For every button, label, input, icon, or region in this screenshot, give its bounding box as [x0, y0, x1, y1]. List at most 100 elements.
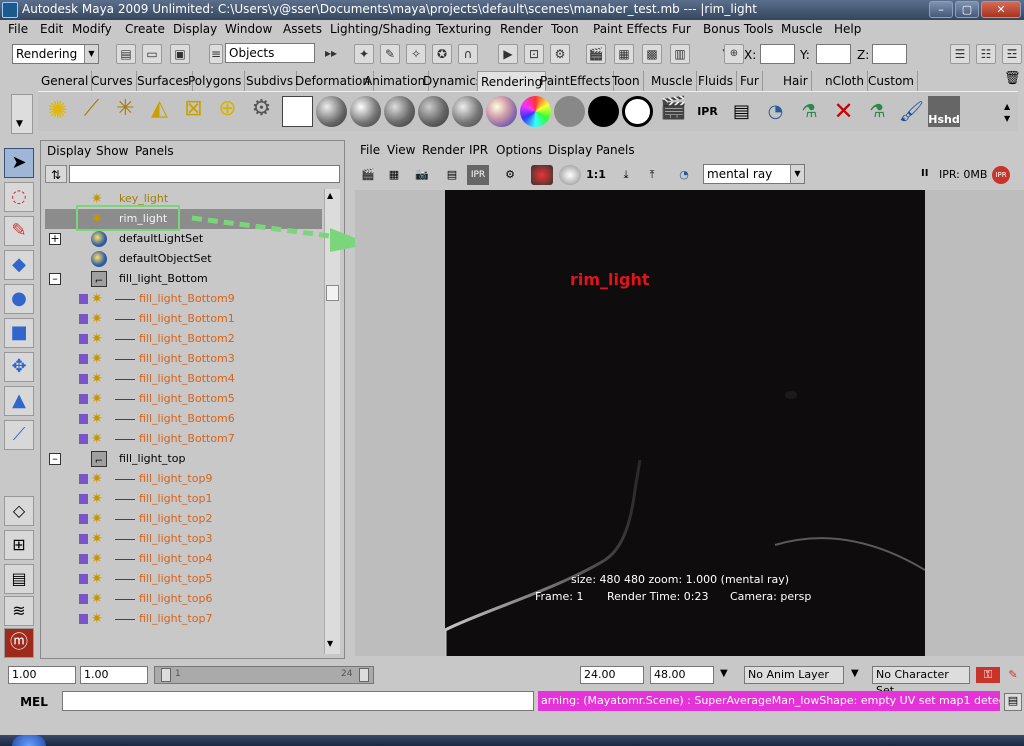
outliner-row[interactable]: – ⌐ fill_light_Bottom [45, 269, 322, 289]
select-tool-icon[interactable]: ➤ [4, 148, 34, 178]
layout-persp-outliner-icon[interactable]: ▤ [4, 564, 34, 594]
renderer-dropdown[interactable]: mental ray ▼ [703, 164, 805, 184]
shelf-tab-animation[interactable]: Animation [361, 71, 430, 91]
ramp-sphere-icon[interactable] [520, 96, 551, 127]
save-scene-icon[interactable]: ▣ [170, 44, 190, 64]
outliner-row[interactable]: ✷ fill_light_Bottom6 [45, 409, 322, 429]
shelf-tab-rendering[interactable]: Rendering [477, 71, 547, 91]
menu-toon[interactable]: Toon [551, 22, 579, 36]
outliner-row[interactable]: – ⌐ fill_light_top [45, 449, 322, 469]
real-size-button[interactable]: 1:1 [585, 165, 607, 185]
end-time-field[interactable]: 24.00 [580, 666, 644, 684]
shelf-scroll-down-icon[interactable]: ▼ [1004, 114, 1010, 123]
phong-sphere-icon[interactable] [384, 96, 415, 127]
menu-window[interactable]: Window [225, 22, 272, 36]
tool-settings-icon[interactable]: ☲ [1002, 44, 1022, 64]
layout-single-icon[interactable]: ◇ [4, 496, 34, 526]
phonge-sphere-icon[interactable] [418, 96, 449, 127]
menu-help[interactable]: Help [834, 22, 861, 36]
new-scene-icon[interactable]: ▤ [116, 44, 136, 64]
script-editor-icon[interactable]: ▤ [1004, 693, 1022, 711]
outliner-row[interactable]: ✷ fill_light_Bottom9 [45, 289, 322, 309]
outliner-row[interactable]: ✷ fill_light_top3 [45, 529, 322, 549]
chevron-down-icon[interactable]: ▼ [720, 668, 728, 679]
point-light-icon[interactable]: ✳ [110, 96, 141, 127]
shelf-tab-fur[interactable]: Fur [737, 71, 763, 91]
ipr-render-icon[interactable]: IPR [467, 165, 489, 185]
auto-key-icon[interactable]: ⚿ [976, 667, 1000, 683]
show-manipulator-icon[interactable]: ⟋ [4, 420, 34, 450]
rv-menu-view[interactable]: View [387, 143, 415, 157]
absolute-transform-icon[interactable]: ⊕ [724, 44, 744, 64]
mask-component-icon[interactable]: ✧ [406, 44, 426, 64]
rv-menu-ipr[interactable]: IPR [469, 143, 488, 157]
area-light-icon[interactable]: ⊠ [178, 96, 209, 127]
channel-box-icon[interactable]: ☰ [950, 44, 970, 64]
menu-texturing[interactable]: Texturing [436, 22, 491, 36]
layout-persp-graph-icon[interactable]: ≋ [4, 596, 34, 626]
menu-fur[interactable]: Fur [672, 22, 691, 36]
mask-hierarchy-icon[interactable]: ✦ [354, 44, 374, 64]
render-frame-icon[interactable]: ▶ [498, 44, 518, 64]
menu-create[interactable]: Create [125, 22, 165, 36]
attribute-editor-icon[interactable]: ☷ [976, 44, 996, 64]
hypershade-shelf-icon[interactable] [282, 96, 313, 127]
selection-mask-field[interactable]: Objects [225, 43, 315, 63]
shelf-tab-hair[interactable]: Hair [780, 71, 812, 91]
anim-preferences-icon[interactable]: ✎ [1004, 667, 1022, 683]
batch-render-icon[interactable]: ◔ [760, 96, 791, 127]
character-set-field[interactable]: No Character Set [872, 666, 970, 697]
display-render-icon[interactable]: ◔ [673, 165, 695, 185]
menu-set-dropdown[interactable]: Rendering ▼ [12, 44, 99, 64]
start-time-field[interactable]: 1.00 [8, 666, 76, 684]
menu-muscle[interactable]: Muscle [781, 22, 823, 36]
render-settings-icon[interactable]: ⚙ [499, 165, 521, 185]
alpha-channel-icon[interactable] [559, 165, 581, 185]
menu-file[interactable]: File [8, 22, 28, 36]
rv-menu-file[interactable]: File [360, 143, 380, 157]
outliner-row[interactable]: ✷ fill_light_top2 [45, 509, 322, 529]
expand-arrows-icon[interactable]: ▸▸ [324, 44, 338, 64]
shelf-tab-general[interactable]: General [38, 71, 93, 91]
paint-brush-icon[interactable]: 🖌 [896, 96, 927, 127]
collapse-icon[interactable]: – [49, 273, 61, 285]
outliner-row[interactable]: ✷ fill_light_Bottom1 [45, 309, 322, 329]
range-slider-handle-end[interactable] [359, 668, 369, 682]
move-tool-icon[interactable]: ◆ [4, 250, 34, 280]
remove-image-icon[interactable]: ⤒ [641, 165, 663, 185]
spot-light-icon[interactable]: ◭ [144, 96, 175, 127]
directional-light-icon[interactable]: ⟋ [76, 96, 107, 127]
menu-render[interactable]: Render [500, 22, 543, 36]
blinn-sphere-icon[interactable] [350, 96, 381, 127]
shelf-options-icon[interactable]: ▼ [11, 94, 33, 134]
render-clapboard-icon[interactable]: 🎬 [658, 96, 689, 127]
white-sphere-icon[interactable] [622, 96, 653, 127]
maya-logo-icon[interactable]: ⓜ [4, 628, 34, 658]
snap-curve-icon[interactable]: ∩ [458, 44, 478, 64]
anisotropic-sphere-icon[interactable] [452, 96, 483, 127]
lambert-sphere-icon[interactable] [316, 96, 347, 127]
mel-command-input[interactable] [62, 691, 534, 711]
outliner-menu-display[interactable]: Display [47, 144, 91, 158]
x-input[interactable] [760, 44, 795, 64]
menu-assets[interactable]: Assets [283, 22, 322, 36]
playback-range-bar[interactable]: 1 24 [154, 666, 374, 684]
layout-four-icon[interactable]: ⊞ [4, 530, 34, 560]
light-linking-icon[interactable]: ⚗ [794, 96, 825, 127]
shelf-tab-muscle[interactable]: Muscle [648, 71, 697, 91]
shelf-tab-ncloth[interactable]: nCloth [822, 71, 868, 91]
trash-icon[interactable]: 🗑 [1004, 71, 1021, 89]
ipr-icon[interactable]: ▦ [614, 44, 634, 64]
paint-select-tool-icon[interactable]: ✎ [4, 216, 34, 246]
minimize-button[interactable]: – [929, 1, 953, 18]
menu-display[interactable]: Display [173, 22, 217, 36]
outliner-row[interactable]: ✷ fill_light_top4 [45, 549, 322, 569]
pause-ipr-button[interactable]: II [921, 168, 928, 179]
outliner-row[interactable]: ✷ fill_light_Bottom2 [45, 329, 322, 349]
outliner-row[interactable]: ✷ fill_light_top9 [45, 469, 322, 489]
lasso-tool-icon[interactable]: ◌ [4, 182, 34, 212]
mask-object-icon[interactable]: ✎ [380, 44, 400, 64]
layered-sphere-icon[interactable] [486, 96, 517, 127]
universal-manipulator-icon[interactable]: ✥ [4, 352, 34, 382]
rv-menu-display[interactable]: Display [548, 143, 592, 157]
